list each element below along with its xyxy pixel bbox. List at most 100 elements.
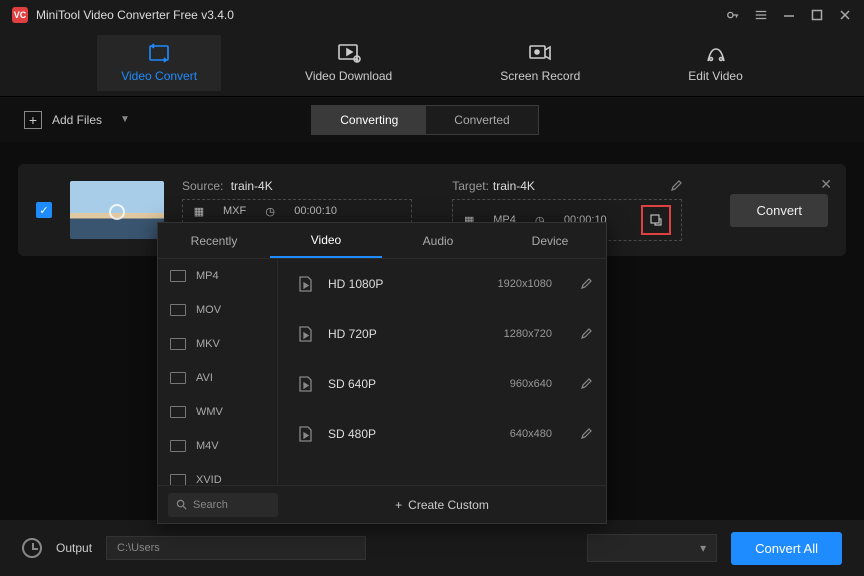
nav-label: Screen Record xyxy=(500,69,580,83)
close-icon[interactable] xyxy=(838,8,852,22)
preset-resolution: 1920x1080 xyxy=(472,278,552,290)
title-bar: VC MiniTool Video Converter Free v3.4.0 xyxy=(0,0,864,30)
play-file-icon xyxy=(296,325,314,343)
maximize-icon[interactable] xyxy=(810,8,824,22)
chevron-down-icon: ▾ xyxy=(700,541,706,555)
source-duration: 00:00:10 xyxy=(294,205,337,217)
preset-name: SD 480P xyxy=(328,427,458,441)
format-item-mp4[interactable]: MP4 xyxy=(158,259,277,293)
preset-name: SD 640P xyxy=(328,377,458,391)
preset-list[interactable]: HD 1080P 1920x1080 HD 720P 1280x720 SD 640P 9… xyxy=(278,259,606,485)
target-format-picker-button[interactable] xyxy=(641,205,671,235)
tab-converting[interactable]: Converting xyxy=(312,106,426,134)
schedule-icon[interactable] xyxy=(22,538,42,558)
play-file-icon xyxy=(296,425,314,443)
format-icon: ▦ xyxy=(193,205,205,217)
plus-icon: + xyxy=(24,111,42,129)
source-name: train-4K xyxy=(231,179,273,193)
nav-label: Video Download xyxy=(305,69,392,83)
add-files-label: Add Files xyxy=(52,113,102,127)
format-badge-icon xyxy=(170,440,186,452)
format-item-avi[interactable]: AVI xyxy=(158,361,277,395)
nav-edit-video[interactable]: Edit Video xyxy=(664,35,767,91)
nav-screen-record[interactable]: Screen Record xyxy=(476,35,604,91)
play-file-icon xyxy=(296,275,314,293)
preset-edit-icon[interactable] xyxy=(580,378,592,390)
play-file-icon xyxy=(296,375,314,393)
search-placeholder: Search xyxy=(193,499,228,511)
app-logo: VC xyxy=(12,7,28,23)
flyout-tab-device[interactable]: Device xyxy=(494,223,606,258)
format-item-xvid[interactable]: XVID xyxy=(158,463,277,485)
upgrade-key-icon[interactable] xyxy=(726,8,740,22)
edit-target-icon[interactable] xyxy=(670,180,682,192)
format-badge-icon xyxy=(170,372,186,384)
convert-all-button[interactable]: Convert All xyxy=(731,532,842,565)
file-checkbox[interactable]: ✓ xyxy=(36,202,52,218)
menu-icon[interactable] xyxy=(754,8,768,22)
format-item-m4v[interactable]: M4V xyxy=(158,429,277,463)
target-label: Target: xyxy=(452,179,489,193)
format-name: WMV xyxy=(196,406,223,418)
preset-edit-icon[interactable] xyxy=(580,328,592,340)
preset-edit-icon[interactable] xyxy=(580,278,592,290)
format-name: MKV xyxy=(196,338,220,350)
format-picker-popup: Recently Video Audio Device MP4 MOV MKV AVI… xyxy=(157,222,607,524)
flyout-tab-recently[interactable]: Recently xyxy=(158,223,270,258)
preset-resolution: 640x480 xyxy=(472,428,552,440)
format-badge-icon xyxy=(170,270,186,282)
tab-converted[interactable]: Converted xyxy=(426,106,537,134)
create-custom-button[interactable]: + Create Custom xyxy=(395,498,489,512)
remove-file-icon[interactable]: ✕ xyxy=(820,176,832,193)
preset-row[interactable]: HD 1080P 1920x1080 xyxy=(278,259,606,309)
format-list[interactable]: MP4MOVMKVAVIWMVM4VXVIDASF xyxy=(158,259,278,485)
source-info-box: ▦ MXF ◷ 00:00:10 xyxy=(182,199,412,223)
add-files-button[interactable]: + Add Files ▼ xyxy=(24,111,130,129)
main-nav: Video Convert Video Download Screen Reco… xyxy=(0,30,864,96)
preset-row[interactable]: SD 640P 960x640 xyxy=(278,359,606,409)
preset-resolution: 960x640 xyxy=(472,378,552,390)
output-label: Output xyxy=(56,541,92,555)
plus-icon: + xyxy=(395,498,402,512)
format-item-wmv[interactable]: WMV xyxy=(158,395,277,429)
preset-edit-icon[interactable] xyxy=(580,428,592,440)
target-name: train-4K xyxy=(493,179,535,193)
source-label: Source: xyxy=(182,179,223,193)
format-search-input[interactable]: Search xyxy=(168,493,278,517)
format-name: M4V xyxy=(196,440,219,452)
convert-button[interactable]: Convert xyxy=(730,194,828,227)
video-thumbnail[interactable] xyxy=(70,181,164,239)
format-badge-icon xyxy=(170,338,186,350)
format-name: AVI xyxy=(196,372,213,384)
format-item-mkv[interactable]: MKV xyxy=(158,327,277,361)
preset-name: HD 720P xyxy=(328,327,458,341)
flyout-tab-video[interactable]: Video xyxy=(270,223,382,258)
clock-icon: ◷ xyxy=(264,205,276,217)
create-custom-label: Create Custom xyxy=(408,498,489,512)
source-format: MXF xyxy=(223,205,246,217)
nav-label: Edit Video xyxy=(688,69,743,83)
flyout-tab-audio[interactable]: Audio xyxy=(382,223,494,258)
format-name: MOV xyxy=(196,304,221,316)
nav-video-download[interactable]: Video Download xyxy=(281,35,416,91)
format-badge-icon xyxy=(170,304,186,316)
minimize-icon[interactable] xyxy=(782,8,796,22)
nav-label: Video Convert xyxy=(121,69,197,83)
format-badge-icon xyxy=(170,406,186,418)
nav-video-convert[interactable]: Video Convert xyxy=(97,35,221,91)
output-path-field[interactable]: C:\Users xyxy=(106,536,366,560)
preset-row[interactable]: HD 720P 1280x720 xyxy=(278,309,606,359)
sub-toolbar: + Add Files ▼ Converting Converted xyxy=(0,96,864,142)
preset-resolution: 1280x720 xyxy=(472,328,552,340)
bottom-bar: Output C:\Users ▾ Convert All xyxy=(0,520,864,576)
chevron-down-icon[interactable]: ▼ xyxy=(120,114,130,125)
format-item-mov[interactable]: MOV xyxy=(158,293,277,327)
preset-name: HD 1080P xyxy=(328,277,458,291)
preset-row[interactable]: SD 480P 640x480 xyxy=(278,409,606,459)
status-tabs: Converting Converted xyxy=(311,105,538,135)
format-name: XVID xyxy=(196,474,222,485)
format-name: MP4 xyxy=(196,270,219,282)
format-badge-icon xyxy=(170,474,186,485)
app-title: MiniTool Video Converter Free v3.4.0 xyxy=(36,8,234,22)
batch-target-select[interactable]: ▾ xyxy=(587,534,717,562)
